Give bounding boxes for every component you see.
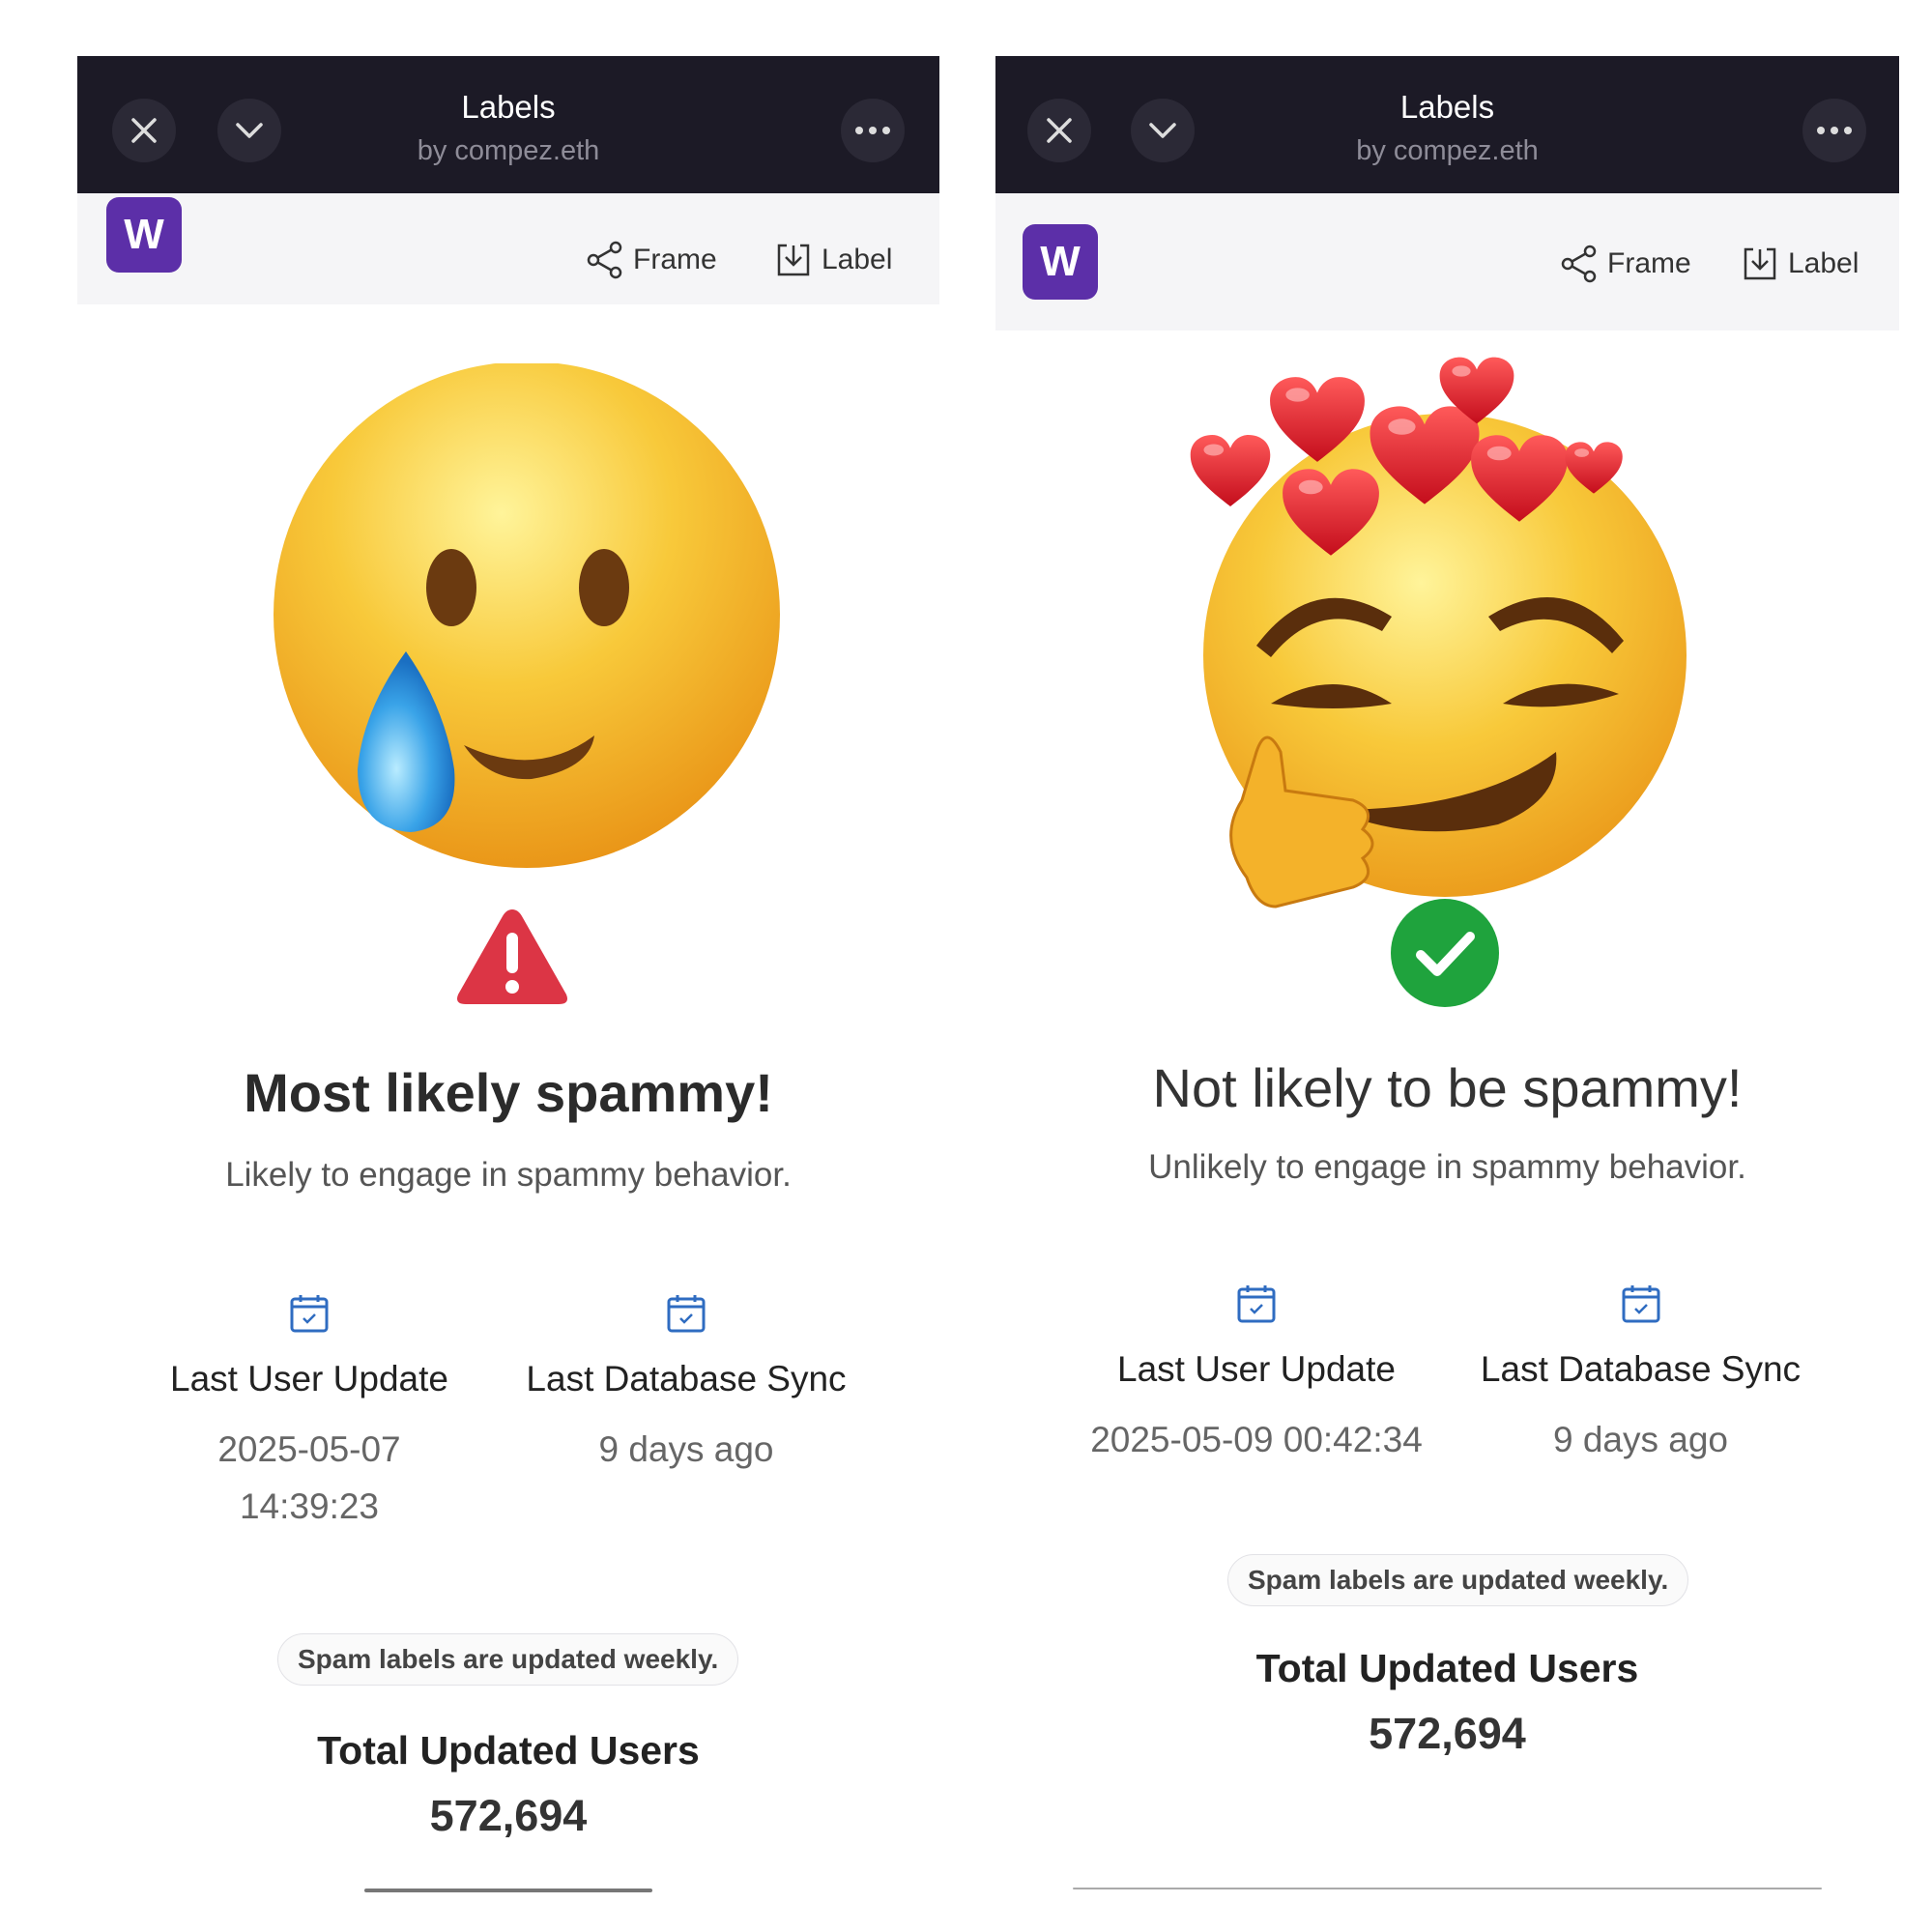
share-icon	[1561, 245, 1597, 283]
more-dots-icon	[1817, 127, 1852, 134]
stat-last-user-update: Last User Update 2025-05-07 14:39:23	[169, 1293, 449, 1535]
top-bar: Labels by compez.eth	[995, 56, 1899, 193]
calendar-icon	[1237, 1285, 1276, 1323]
smirk-with-hearts-emoji	[1189, 298, 1711, 940]
stat-label: Last User Update	[170, 1359, 448, 1399]
total-users-label: Total Updated Users	[1255, 1646, 1639, 1690]
share-frame-button[interactable]: Frame	[1559, 244, 1691, 284]
top-bar: Labels by compez.eth	[77, 56, 939, 193]
stat-label: Last User Update	[1117, 1349, 1396, 1389]
warning-status-icon	[452, 904, 572, 1015]
crying-smile-emoji	[266, 361, 788, 890]
download-icon	[1744, 247, 1776, 280]
stat-value: 9 days ago	[1552, 1420, 1729, 1459]
spam-verdict-description: Unlikely to engage in spammy behavior.	[1148, 1148, 1746, 1186]
stat-value: 2025-05-09 00:42:34	[1090, 1420, 1423, 1459]
app-title: Labels	[1399, 89, 1495, 125]
app-author: by compez.eth	[1356, 135, 1539, 166]
spam-verdict-description: Likely to engage in spammy behavior.	[225, 1156, 792, 1194]
stat-value: 2025-05-07 14:39:23	[217, 1429, 401, 1526]
app-title: Labels	[461, 89, 556, 125]
more-dots-icon	[855, 127, 890, 134]
stat-last-database-sync: Last Database Sync 9 days ago	[1469, 1283, 1812, 1468]
app-logo[interactable]: W	[1023, 224, 1098, 300]
download-label-button[interactable]: Label	[773, 240, 892, 280]
stat-label: Last Database Sync	[1480, 1349, 1802, 1389]
share-icon	[587, 241, 622, 279]
app-author: by compez.eth	[417, 135, 600, 166]
update-frequency-note: Spam labels are updated weekly.	[277, 1633, 739, 1686]
share-frame-button[interactable]: Frame	[585, 240, 717, 280]
calendar-icon	[1622, 1285, 1659, 1323]
stat-label: Last Database Sync	[526, 1359, 847, 1399]
frame-label: Frame	[1607, 247, 1691, 279]
download-icon	[777, 244, 810, 276]
action-bar: W Frame Label	[77, 193, 939, 304]
spam-verdict-title: Most likely spammy!	[244, 1062, 773, 1123]
total-users-label: Total Updated Users	[317, 1728, 700, 1773]
more-options-button[interactable]	[841, 99, 905, 162]
smirk-hearts-icon	[1190, 357, 1687, 908]
warning-triangle-icon	[457, 909, 567, 1004]
calendar-icon	[667, 1295, 706, 1333]
update-frequency-note: Spam labels are updated weekly.	[1227, 1554, 1689, 1606]
stat-value: 9 days ago	[598, 1429, 774, 1469]
left-screen: Labels by compez.eth W Frame Label Most …	[77, 56, 939, 1892]
stat-last-database-sync: Last Database Sync 9 days ago	[522, 1293, 851, 1478]
crying-smile-icon	[274, 361, 780, 868]
right-screen: Labels by compez.eth W Frame Label Not l…	[995, 56, 1899, 1892]
calendar-icon	[290, 1295, 329, 1333]
stat-last-user-update: Last User Update 2025-05-09 00:42:34	[1078, 1283, 1435, 1468]
label-action-label: Label	[822, 244, 893, 275]
check-circle-icon	[1391, 899, 1499, 1007]
scroll-indicator	[364, 1889, 652, 1892]
frame-label: Frame	[633, 244, 717, 275]
label-action-label: Label	[1788, 247, 1860, 279]
total-users-value: 572,694	[429, 1791, 588, 1840]
download-label-button[interactable]: Label	[1740, 244, 1859, 284]
content-divider	[1073, 1888, 1822, 1889]
app-logo[interactable]: W	[106, 197, 182, 273]
spam-verdict-title: Not likely to be spammy!	[1152, 1057, 1743, 1118]
success-status-icon	[1389, 897, 1501, 1014]
more-options-button[interactable]	[1802, 99, 1866, 162]
total-users-value: 572,694	[1369, 1709, 1526, 1758]
